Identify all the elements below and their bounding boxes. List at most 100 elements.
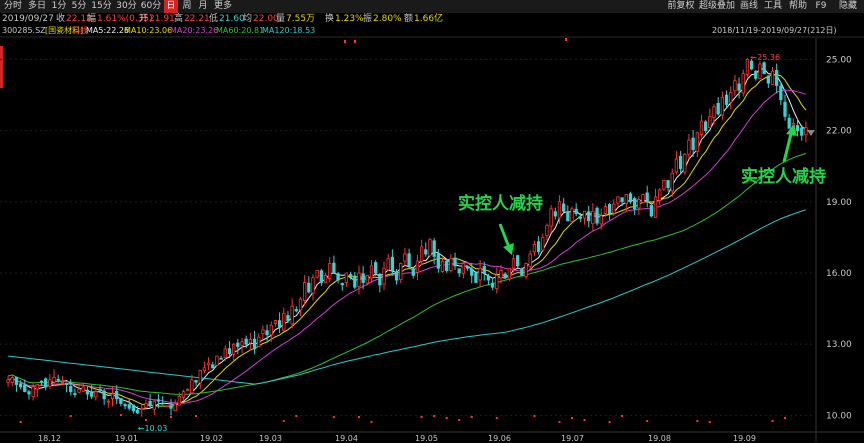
candle-body (60, 381, 65, 384)
candle-body (762, 62, 766, 75)
candle-body (428, 239, 432, 257)
event-mark (332, 416, 335, 418)
candle-body (653, 196, 658, 218)
candle-body (85, 389, 90, 395)
candle-body (795, 125, 800, 131)
ma5-line (7, 68, 807, 410)
candle-body (499, 270, 503, 279)
candle-body (486, 275, 491, 281)
candle-body (14, 376, 19, 385)
candle-body (775, 70, 779, 86)
candle-body (561, 203, 566, 212)
ma10-line (7, 73, 807, 407)
candle-body (340, 283, 344, 286)
candle-body (219, 357, 223, 360)
event-mark (357, 416, 360, 418)
candle-body (595, 207, 599, 224)
top-mark-1 (354, 40, 356, 43)
x-tick-0: 18.12 (38, 434, 61, 443)
candle-body (745, 58, 750, 75)
candle-body (616, 196, 620, 204)
candle-body (52, 377, 56, 383)
candle-body (599, 215, 603, 225)
candle-body (328, 263, 332, 279)
candle-body (152, 400, 156, 410)
candle-body (252, 338, 257, 350)
candle-body (156, 399, 161, 402)
candle-body (35, 384, 39, 390)
candle-body (737, 83, 741, 91)
candle-body (69, 385, 73, 393)
candle-body (449, 258, 453, 271)
annotation-2: 实控人减持 (741, 167, 826, 187)
candle-body (733, 80, 737, 92)
candle-body (754, 70, 758, 79)
candle-body (386, 258, 390, 271)
candle-body (490, 282, 495, 288)
event-mark (608, 421, 611, 423)
annotation-1: 实控人减持 (458, 194, 543, 214)
candle-body (382, 267, 386, 285)
candle-body (365, 274, 369, 284)
candle-body (503, 273, 507, 279)
candle-body (528, 253, 532, 267)
candle-body (10, 377, 14, 383)
candle-body (407, 253, 411, 267)
candle-body (461, 263, 466, 274)
candle-body (77, 388, 81, 393)
candle-body (344, 272, 349, 283)
event-mark (570, 417, 573, 419)
candle-body (123, 404, 127, 407)
y-tick-0: 25.00 (826, 55, 852, 65)
candle-body (453, 257, 457, 267)
candle-body (724, 94, 729, 105)
candle-body (683, 153, 687, 173)
candle-body (574, 208, 578, 215)
x-tick-8: 19.08 (648, 434, 671, 443)
candle-body (474, 272, 478, 283)
candle-body (73, 393, 77, 395)
candle-body (115, 391, 119, 400)
candle-body (470, 268, 474, 276)
candle-body (770, 70, 775, 85)
candle-body (704, 121, 708, 131)
candle-body (303, 282, 307, 301)
candle-body (687, 139, 691, 155)
candle-body (286, 315, 290, 321)
candle-body (374, 262, 378, 274)
candle-body (591, 210, 595, 225)
candle-body (411, 268, 415, 276)
candle-body (348, 274, 353, 279)
candle-body (570, 208, 574, 222)
event-mark (282, 420, 285, 422)
ma120-line (8, 209, 807, 385)
candle-body (641, 194, 645, 203)
candle-body (632, 198, 637, 210)
candle-body (215, 355, 219, 366)
event-mark (470, 416, 473, 418)
candle-body (516, 255, 520, 267)
event-mark (169, 416, 172, 418)
candle-body (282, 312, 286, 331)
candle-body (248, 339, 253, 344)
candle-body (787, 117, 791, 129)
candle-body (603, 206, 608, 214)
candle-body (607, 204, 612, 215)
kline-chart[interactable]: 25.00 22.00 19.00 16.00 13.00 10.00 18.12 19.0… (0, 0, 864, 443)
candle-body (48, 379, 52, 387)
candle-body (119, 397, 123, 404)
candle-body (361, 273, 365, 283)
candle-body (658, 189, 662, 201)
candle-body (578, 216, 583, 219)
candle-body (549, 208, 553, 227)
candle-body (31, 386, 35, 397)
candle-body (691, 137, 695, 150)
event-mark (69, 415, 72, 417)
candle-body (532, 244, 537, 253)
y-axis: 25.00 22.00 19.00 16.00 13.00 10.00 (826, 55, 852, 421)
event-mark (583, 419, 586, 421)
candle-body (18, 383, 23, 388)
candle-body (169, 405, 173, 409)
candle-body (390, 256, 395, 272)
candle-body (277, 320, 282, 328)
